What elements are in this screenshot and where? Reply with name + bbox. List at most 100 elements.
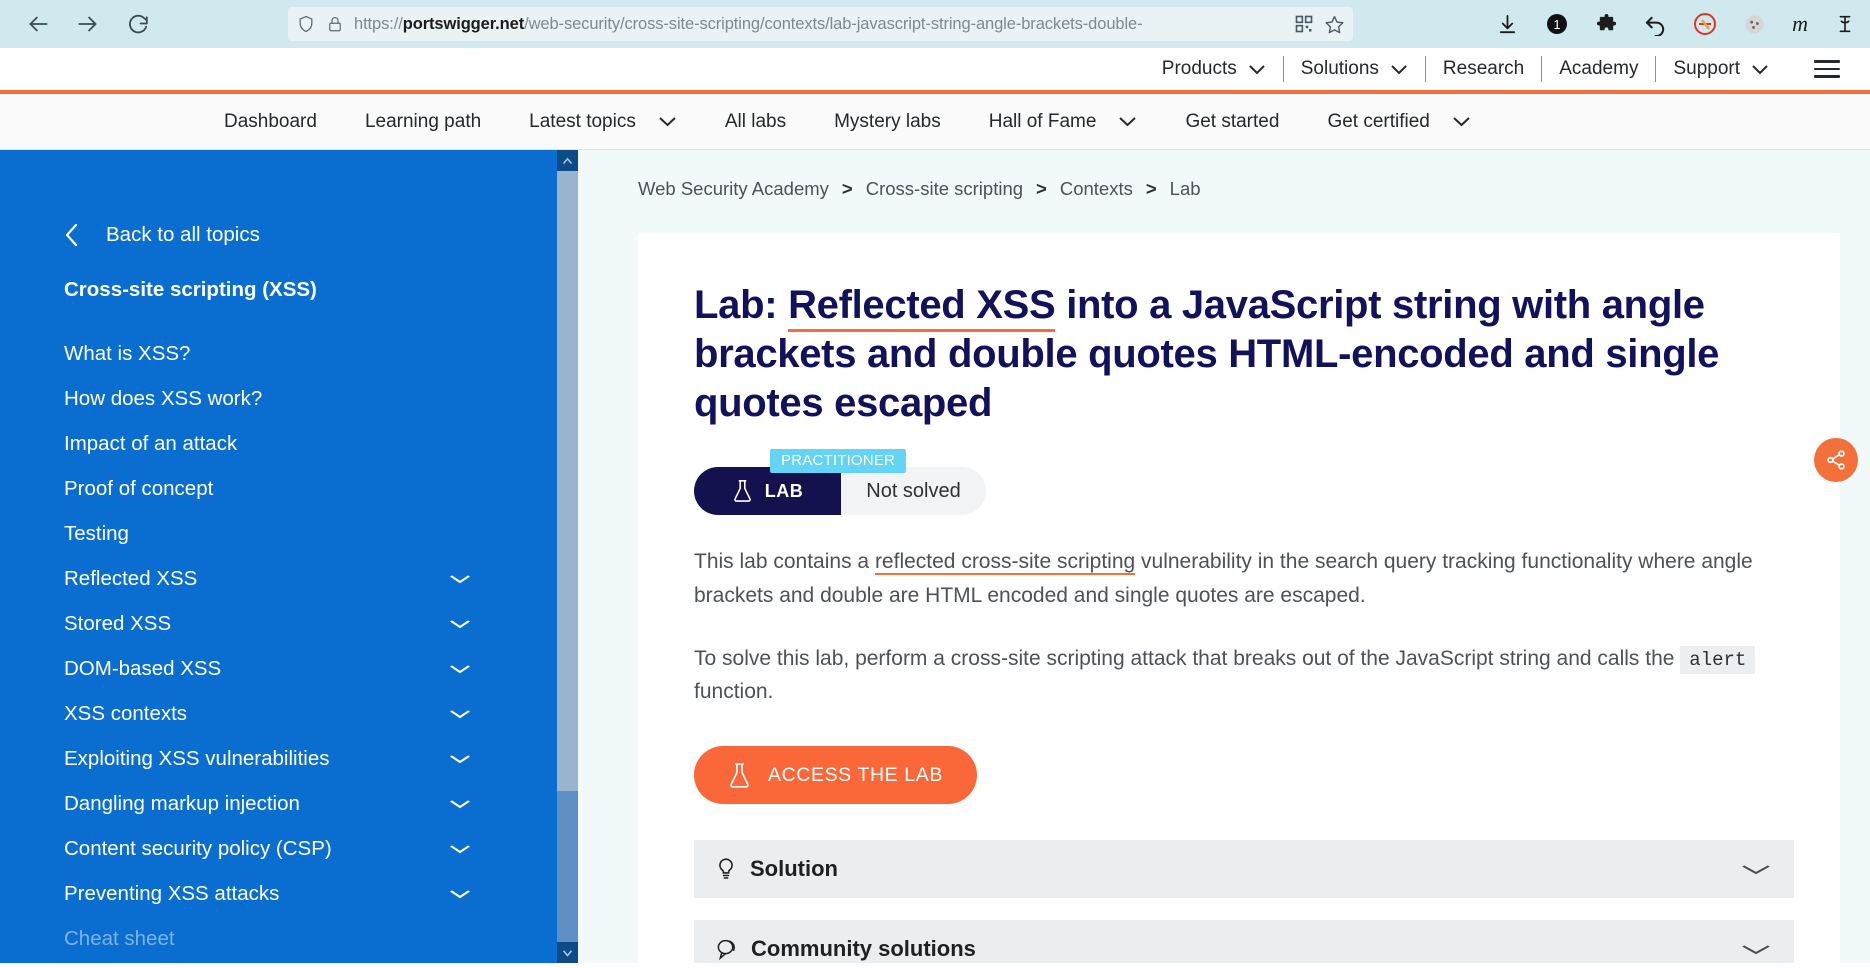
scroll-up-icon[interactable] [557,150,578,171]
sidebar-back-to-all-topics[interactable]: Back to all topics [64,222,578,248]
chevron-down-icon[interactable] [448,844,472,854]
academy-nav-label: Get started [1185,110,1280,132]
reflected-xss-link[interactable]: reflected cross-site scripting [874,550,1136,576]
academy-nav-item-latest-topics[interactable]: Latest topics [505,111,701,133]
top-nav-label: Solutions [1300,58,1379,79]
sidebar-item-testing[interactable]: Testing [64,511,578,556]
cookie-icon[interactable] [1743,13,1766,36]
top-nav-item-products[interactable]: Products [1145,58,1283,80]
flask-icon [732,479,753,503]
breadcrumb-item-lab[interactable]: Lab [1170,178,1201,200]
sidebar-item-label: Stored XSS [64,611,172,635]
back-icon[interactable] [24,10,52,38]
share-icon[interactable] [1814,438,1858,482]
sidebar-item-reflected-xss[interactable]: Reflected XSS [64,556,578,601]
top-nav-item-academy[interactable]: Academy [1542,58,1655,80]
chevron-down-icon [1248,64,1266,75]
sidebar-item-label: Impact of an attack [64,431,238,455]
sidebar-item-label: Cheat sheet [64,926,175,950]
breadcrumb-item-contexts[interactable]: Contexts [1060,178,1133,200]
downloads-icon[interactable] [1496,13,1519,36]
top-nav-item-solutions[interactable]: Solutions [1284,58,1425,80]
mega-extension-icon[interactable]: m [1792,11,1808,37]
sidebar-item-proof-of-concept[interactable]: Proof of concept [64,466,578,511]
chevron-down-icon[interactable] [448,574,472,584]
reload-icon[interactable] [124,10,152,38]
page-body: Back to all topics Cross-site scripting … [0,150,1870,963]
chevron-down-icon[interactable] [448,709,472,719]
portswigger-top-nav: Products Solutions Research Academy Supp… [0,48,1870,94]
inline-code-alert: alert [1680,645,1756,674]
sidebar-content: Back to all topics Cross-site scripting … [0,150,578,961]
sidebar-item-dangling-markup-injection[interactable]: Dangling markup injection [64,781,578,826]
sidebar-item-how-does-xss-work[interactable]: How does XSS work? [64,376,578,421]
academy-nav-item-mystery-labs[interactable]: Mystery labs [810,111,965,133]
academy-nav-item-dashboard[interactable]: Dashboard [200,111,341,133]
undo-arrow-icon[interactable] [1644,13,1667,36]
academy-nav-item-learning-path[interactable]: Learning path [341,111,505,133]
sidebar-item-exploiting-xss-vulnerabilities[interactable]: Exploiting XSS vulnerabilities [64,736,578,781]
top-nav-label: Products [1161,58,1237,79]
address-bar[interactable]: https://portswigger.net/web-security/cro… [288,7,1353,41]
chevron-down-icon[interactable] [448,619,472,629]
top-nav-item-support[interactable]: Support [1656,58,1786,80]
forward-icon[interactable] [74,10,102,38]
top-nav-item-research[interactable]: Research [1426,58,1541,80]
chevron-down-icon[interactable] [448,799,472,809]
sidebar-item-label: Preventing XSS attacks [64,881,280,905]
chevron-down-icon[interactable] [448,754,472,764]
accordion-community-solutions[interactable]: Community solutions [694,920,1794,963]
extension-icon[interactable] [1595,13,1618,36]
academy-nav-item-all-labs[interactable]: All labs [701,111,810,133]
academy-nav-label: Mystery labs [834,110,941,132]
lab-card: Lab: Reflected XSS into a JavaScript str… [638,233,1858,963]
chevron-down-icon[interactable] [1740,864,1772,875]
academy-nav-label: Latest topics [529,110,636,132]
scrollbar-thumb[interactable] [557,171,578,791]
topic-sidebar: Back to all topics Cross-site scripting … [0,150,578,963]
hamburger-menu-icon[interactable] [1814,60,1840,78]
access-the-lab-button[interactable]: ACCESS THE LAB [694,746,977,805]
sidebar-item-content-security-policy[interactable]: Content security policy (CSP) [64,826,578,871]
sidebar-item-preventing-xss-attacks[interactable]: Preventing XSS attacks [64,871,578,916]
academy-nav-label: All labs [724,110,787,132]
star-icon[interactable] [1324,14,1345,35]
chevron-down-icon [1118,116,1137,127]
adblock-icon[interactable] [1693,12,1717,36]
sidebar-item-impact-of-an-attack[interactable]: Impact of an attack [64,421,578,466]
chevron-down-icon[interactable] [448,664,472,674]
access-the-lab-label: ACCESS THE LAB [768,763,943,786]
paragraph-text: function. [694,679,774,703]
accordion-solution[interactable]: Solution [694,840,1794,899]
breadcrumb-separator: > [841,178,853,199]
main-content: Web Security Academy > Cross-site script… [578,150,1870,963]
academy-nav-item-get-started[interactable]: Get started [1161,111,1303,133]
lab-description-paragraph-2: To solve this lab, perform a cross-site … [694,642,1779,708]
sidebar-back-label: Back to all topics [106,223,260,246]
sidebar-item-xss-contexts[interactable]: XSS contexts [64,691,578,736]
browser-toolbar: https://portswigger.net/web-security/cro… [0,0,1870,48]
browser-nav-buttons [24,10,152,38]
profile-icon[interactable] [1834,13,1856,35]
breadcrumb-item-xss[interactable]: Cross-site scripting [866,178,1023,200]
sidebar-item-label: How does XSS work? [64,386,263,410]
sidebar-item-cheat-sheet[interactable]: Cheat sheet [64,916,578,961]
chevron-down-icon[interactable] [448,889,472,899]
status-badge: Not solved [841,467,986,516]
sidebar-item-what-is-xss[interactable]: What is XSS? [64,331,578,376]
sidebar-item-stored-xss[interactable]: Stored XSS [64,601,578,646]
academy-nav-item-hall-of-fame[interactable]: Hall of Fame [965,111,1162,133]
chevron-down-icon[interactable] [1740,944,1772,955]
qr-code-icon[interactable] [1294,14,1314,34]
sidebar-item-label: Dangling markup injection [64,791,300,815]
top-nav-label: Academy [1559,58,1639,79]
lab-badge: LAB [694,467,841,516]
sidebar-item-dom-based-xss[interactable]: DOM-based XSS [64,646,578,691]
sidebar-scrollbar[interactable] [557,150,578,963]
academy-nav-item-get-certified[interactable]: Get certified [1303,111,1494,133]
breadcrumb-separator: > [1036,178,1047,199]
svg-text:1: 1 [1553,17,1560,32]
notification-badge-icon[interactable]: 1 [1545,12,1569,36]
breadcrumb-item-academy[interactable]: Web Security Academy [638,178,829,200]
scroll-down-icon[interactable] [557,942,578,963]
